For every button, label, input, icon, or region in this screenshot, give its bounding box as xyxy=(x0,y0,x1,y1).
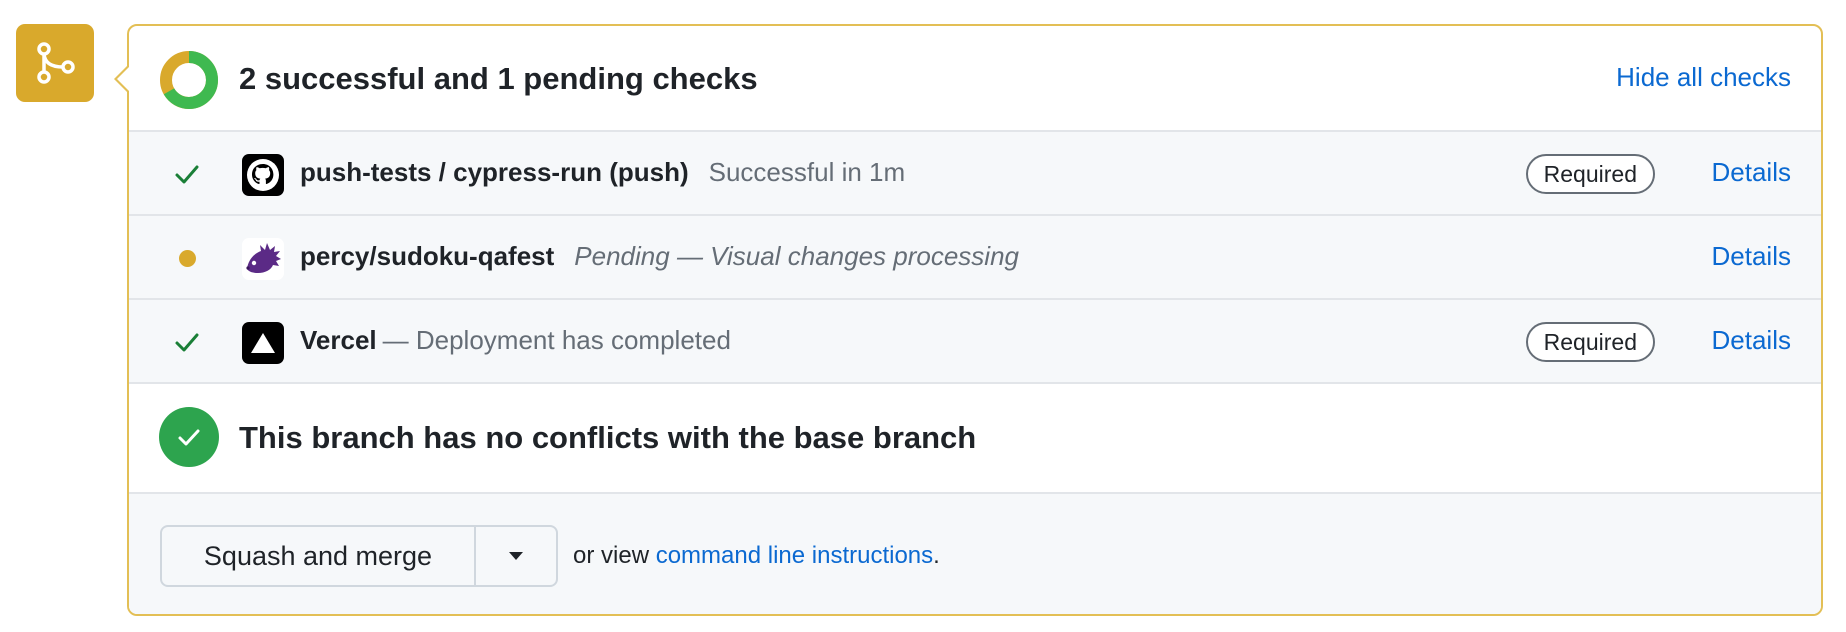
check-success-icon xyxy=(173,160,201,188)
command-line-instructions-link[interactable]: command line instructions xyxy=(656,542,933,569)
no-conflicts-title: This branch has no conflicts with the ba… xyxy=(239,420,977,455)
check-pending-icon xyxy=(173,244,201,272)
merge-button-group: Squash and merge xyxy=(160,525,558,587)
check-name: Vercel xyxy=(300,325,377,355)
command-line-hint: or view command line instructions. xyxy=(573,542,940,569)
check-row: Vercel — Deployment has completed Require… xyxy=(129,300,1821,384)
check-row: push-tests / cypress-run (push) Successfu… xyxy=(129,132,1821,216)
percy-hedgehog-icon xyxy=(242,238,284,280)
check-description: — Deployment has completed xyxy=(382,325,731,355)
vercel-icon xyxy=(242,322,284,364)
merge-actions: Squash and merge or view command line in… xyxy=(129,494,1821,614)
check-success-icon xyxy=(173,328,201,356)
check-description: Pending — Visual changes processing xyxy=(574,241,1019,271)
checks-panel: 2 successful and 1 pending checks Hide a… xyxy=(114,24,1823,616)
hide-all-checks-link[interactable]: Hide all checks xyxy=(1616,62,1791,93)
check-row: percy/sudoku-qafest Pending — Visual chan… xyxy=(129,216,1821,300)
check-name: push-tests / cypress-run (push) xyxy=(300,157,689,187)
merge-method-dropdown[interactable] xyxy=(476,527,556,585)
checks-summary: 2 successful and 1 pending checks Hide a… xyxy=(129,26,1821,132)
caret-down-icon xyxy=(509,552,523,560)
details-link[interactable]: Details xyxy=(1712,325,1791,356)
check-description: Successful in 1m xyxy=(708,157,906,187)
required-badge: Required xyxy=(1525,154,1655,194)
details-link[interactable]: Details xyxy=(1712,157,1791,188)
checks-summary-title: 2 successful and 1 pending checks xyxy=(239,61,758,96)
check-name: percy/sudoku-qafest xyxy=(300,241,555,271)
squash-and-merge-button[interactable]: Squash and merge xyxy=(162,527,476,585)
merge-box: 2 successful and 1 pending checks Hide a… xyxy=(0,0,1846,632)
check-circle-icon xyxy=(159,407,219,467)
checks-donut-icon xyxy=(159,50,219,110)
required-badge: Required xyxy=(1525,322,1655,362)
details-link[interactable]: Details xyxy=(1712,241,1791,272)
no-conflicts-section: This branch has no conflicts with the ba… xyxy=(129,384,1821,494)
github-icon xyxy=(242,154,284,196)
git-merge-icon xyxy=(16,24,94,102)
